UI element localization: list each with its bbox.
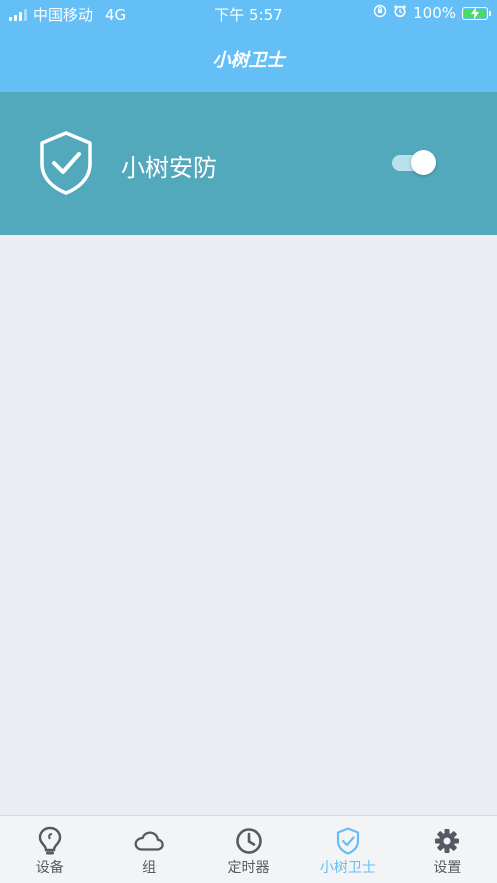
shield-check-icon (40, 131, 92, 195)
content-area (0, 235, 497, 815)
tab-guardian[interactable]: 小树卫士 (298, 816, 397, 883)
toggle-knob (411, 150, 436, 175)
security-toggle[interactable] (392, 150, 436, 176)
nav-title: 小树卫士 (212, 50, 285, 71)
tab-label: 设备 (35, 860, 64, 876)
security-banner: 小树安防 (0, 92, 497, 235)
tab-label: 组 (142, 860, 157, 876)
status-right: 100% (373, 4, 491, 22)
tab-label: 设置 (433, 860, 462, 876)
tab-bar: 设备 组 定时器 小树卫士 设置 (0, 815, 497, 883)
tab-settings[interactable]: 设置 (398, 816, 497, 883)
alarm-icon (393, 4, 407, 22)
tab-label: 定时器 (227, 860, 270, 876)
cloud-icon (134, 826, 164, 856)
shield-check-icon (333, 826, 363, 856)
lightbulb-icon (35, 826, 65, 856)
battery-percent: 100% (413, 4, 456, 22)
tab-devices[interactable]: 设备 (0, 816, 99, 883)
header: 中国移动 4G 下午 5:57 100% 小树卫士 (0, 0, 497, 92)
status-bar: 中国移动 4G 下午 5:57 100% (0, 0, 497, 26)
tab-timer[interactable]: 定时器 (199, 816, 298, 883)
clock-icon (234, 826, 264, 856)
battery-charging-icon (462, 6, 491, 20)
orientation-lock-icon (373, 4, 387, 22)
tab-group[interactable]: 组 (99, 816, 198, 883)
security-label: 小树安防 (121, 154, 217, 182)
gear-icon (432, 826, 462, 856)
tab-label: 小树卫士 (319, 860, 376, 876)
